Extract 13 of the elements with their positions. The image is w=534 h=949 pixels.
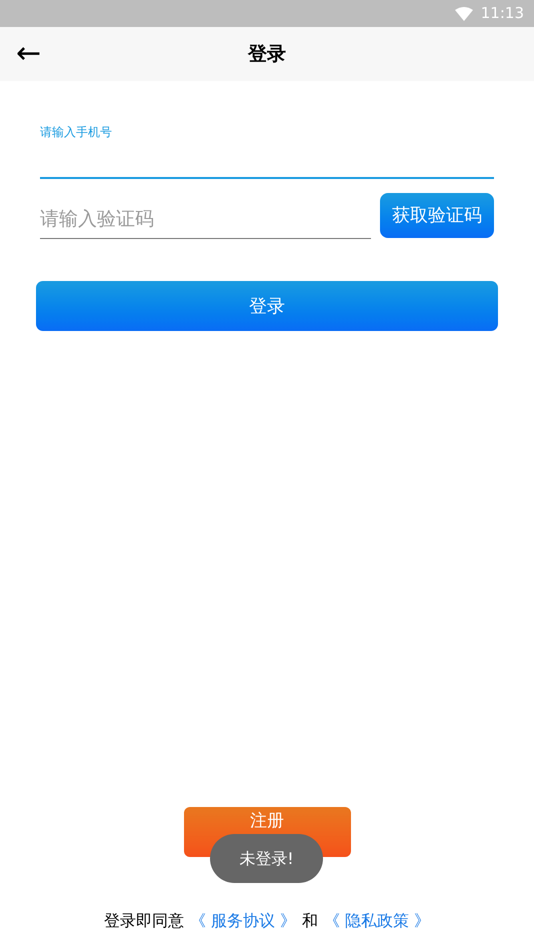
wifi-icon [454, 6, 473, 20]
agreement-text: 登录即同意 [104, 910, 184, 932]
privacy-policy-link[interactable]: 《 隐私政策 》 [324, 909, 430, 933]
login-button[interactable]: 登录 [36, 281, 498, 331]
page-title: 登录 [248, 42, 286, 67]
get-code-button[interactable]: 获取验证码 [380, 193, 494, 238]
service-agreement-link[interactable]: 《 服务协议 》 [190, 909, 296, 933]
code-input-field[interactable]: 请输入验证码 [40, 199, 372, 239]
login-toast: 未登录! [210, 834, 323, 883]
phone-input-field[interactable]: 请输入手机号 [40, 123, 494, 179]
back-button[interactable]: ← [16, 39, 42, 69]
status-time: 11:13 [480, 3, 524, 24]
agreement-joiner: 和 [302, 910, 318, 932]
